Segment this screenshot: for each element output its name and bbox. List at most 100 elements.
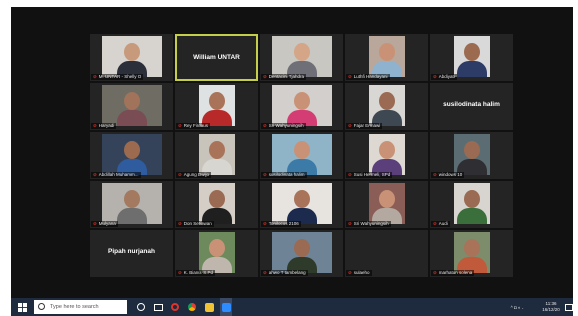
participant-face bbox=[463, 190, 480, 208]
participant-video bbox=[198, 85, 235, 126]
file-explorer-icon[interactable] bbox=[203, 298, 215, 316]
participant-tile[interactable]: ⊘ Susi Hermeli, SPd bbox=[345, 132, 428, 179]
zoom-taskbar-icon[interactable] bbox=[220, 298, 232, 316]
participant-tile[interactable]: ⊘ Audi bbox=[430, 181, 513, 228]
muted-mic-icon: ⊘ bbox=[178, 123, 182, 128]
participant-video bbox=[368, 134, 405, 175]
participant-video bbox=[271, 134, 332, 175]
taskbar-search-input[interactable]: Type here to search bbox=[34, 300, 127, 314]
participant-name: Luthfi Handayani bbox=[353, 74, 388, 79]
participant-name-label: ⊘ Haryadi bbox=[91, 123, 117, 129]
participant-name-label: ⊘ sulaeho bbox=[346, 270, 372, 276]
participant-tile[interactable]: ⊘ Tonilocos 2106 bbox=[260, 181, 343, 228]
participant-face bbox=[378, 141, 395, 159]
muted-mic-icon: ⊘ bbox=[178, 221, 182, 226]
windows-start-button[interactable] bbox=[14, 298, 30, 316]
participant-video bbox=[271, 36, 332, 77]
participant-name: Tonilocos 2106 bbox=[268, 221, 299, 226]
participant-display-name: Pipah nurjanah bbox=[108, 248, 155, 255]
participant-face bbox=[293, 190, 310, 208]
participant-video bbox=[101, 183, 162, 224]
participant-name: Haryadi bbox=[98, 123, 115, 128]
participant-face bbox=[208, 141, 225, 159]
participant-tile[interactable]: ⊘ windows 10 bbox=[430, 132, 513, 179]
participant-video bbox=[198, 183, 235, 224]
participant-video bbox=[271, 232, 332, 273]
opera-icon[interactable] bbox=[169, 298, 181, 316]
windows-taskbar: Type here to search ^ ◘ ◐ 𝅘 11:36 16/12/… bbox=[11, 298, 573, 316]
cortana-icon[interactable] bbox=[135, 298, 147, 316]
participant-video bbox=[453, 134, 490, 175]
participant-tile[interactable]: ⊘ Abdiyati bbox=[430, 34, 513, 81]
participant-name: Abdiyati bbox=[438, 74, 455, 79]
taskbar-clock[interactable]: 11:36 16/12/20 bbox=[538, 298, 564, 316]
participant-video bbox=[453, 183, 490, 224]
participant-name: Don Setiawan bbox=[183, 221, 212, 226]
participant-name: Mulyana bbox=[98, 221, 116, 226]
participant-face bbox=[208, 190, 225, 208]
participant-name: Audi bbox=[438, 221, 448, 226]
participant-tile[interactable]: ⊘ Sri Wahyuningsih bbox=[260, 83, 343, 130]
participant-tile[interactable]: ⊘ Don Setiawan bbox=[175, 181, 258, 228]
windows-logo-icon bbox=[17, 302, 27, 312]
participant-tile[interactable]: William UNTAR bbox=[175, 34, 258, 81]
participant-video bbox=[453, 36, 490, 77]
participant-name: Sri Wahyuningsih bbox=[353, 221, 389, 226]
participant-tile[interactable]: ⊘ Agung Dwijo bbox=[175, 132, 258, 179]
participant-tile[interactable]: ⊘ Abdillah Muhamm... bbox=[90, 132, 173, 179]
participant-tile[interactable]: ⊘ Fajar Ermawi bbox=[345, 83, 428, 130]
participant-tile[interactable]: ⊘ marhatun solena bbox=[430, 230, 513, 277]
participant-name-label: ⊘ Susi Hermeli, SPd bbox=[346, 172, 393, 178]
participant-video bbox=[198, 232, 235, 273]
participant-face bbox=[463, 141, 480, 159]
participant-tile[interactable]: ⊘ sulaeho bbox=[345, 230, 428, 277]
zoom-meeting-window: ⊘ M. UNTAR - Shelly O William UNTAR ⊘ Dentac… bbox=[11, 7, 573, 298]
participant-tile[interactable]: ⊘ M. UNTAR - Shelly O bbox=[90, 34, 173, 81]
participant-name-label: ⊘ Sri Wahyuningsih bbox=[261, 123, 306, 129]
participant-tile[interactable]: susilodinata halim bbox=[430, 83, 513, 130]
system-tray-icons[interactable]: ^ ◘ ◐ 𝅘 bbox=[498, 298, 536, 316]
participant-body bbox=[456, 208, 487, 224]
participant-face bbox=[293, 141, 310, 159]
participant-face bbox=[293, 92, 310, 110]
muted-mic-icon: ⊘ bbox=[178, 270, 182, 275]
participant-video bbox=[101, 134, 162, 175]
participant-name: windows 10 bbox=[438, 172, 463, 177]
participant-tile[interactable]: ⊘ Sri Wahyuningsih bbox=[345, 181, 428, 228]
participant-video bbox=[271, 85, 332, 126]
participant-tile[interactable]: ⊘ Mulyana bbox=[90, 181, 173, 228]
muted-mic-icon: ⊘ bbox=[348, 270, 352, 275]
participant-name-label: ⊘ Audi bbox=[431, 221, 450, 227]
participant-tile[interactable]: ⊘ Dentacini Tjahdra bbox=[260, 34, 343, 81]
participant-name-label: ⊘ Abdillah Muhamm... bbox=[91, 172, 141, 178]
participant-body bbox=[456, 61, 487, 77]
search-placeholder: Type here to search bbox=[50, 304, 99, 310]
muted-mic-icon: ⊘ bbox=[93, 123, 97, 128]
muted-mic-icon: ⊘ bbox=[93, 74, 97, 79]
participant-tile[interactable]: ⊘ Haryadi bbox=[90, 83, 173, 130]
participant-name: Susi Hermeli, SPd bbox=[353, 172, 391, 177]
participant-face bbox=[378, 190, 395, 208]
participant-tile[interactable]: ⊘ Rey Firdaus bbox=[175, 83, 258, 130]
participant-name-label: ⊘ K. Bianu. S.Pd bbox=[176, 270, 216, 276]
participant-name: K. Bianu. S.Pd bbox=[183, 270, 214, 275]
participant-video bbox=[368, 85, 405, 126]
notification-icon[interactable] bbox=[564, 298, 573, 316]
participant-name-label: ⊘ Dentacini Tjahdra bbox=[261, 74, 306, 80]
participant-name-label: ⊘ susilodinata halim bbox=[261, 172, 307, 178]
participant-tile[interactable]: ⊘ Luthfi Handayani bbox=[345, 34, 428, 81]
chrome-icon[interactable] bbox=[186, 298, 198, 316]
task-view-icon[interactable] bbox=[152, 298, 164, 316]
muted-mic-icon: ⊘ bbox=[263, 221, 267, 226]
participant-tile[interactable]: Pipah nurjanah bbox=[90, 230, 173, 277]
muted-mic-icon: ⊘ bbox=[433, 74, 437, 79]
participant-face bbox=[123, 141, 140, 159]
participant-tile[interactable]: ⊘ ahwo T tambelang bbox=[260, 230, 343, 277]
participant-face bbox=[293, 43, 310, 61]
gallery-view: ⊘ M. UNTAR - Shelly O William UNTAR ⊘ Dentac… bbox=[90, 34, 515, 282]
muted-mic-icon: ⊘ bbox=[93, 221, 97, 226]
participant-tile[interactable]: ⊘ K. Bianu. S.Pd bbox=[175, 230, 258, 277]
participant-tile[interactable]: ⊘ susilodinata halim bbox=[260, 132, 343, 179]
muted-mic-icon: ⊘ bbox=[348, 123, 352, 128]
participant-name-label: ⊘ windows 10 bbox=[431, 172, 465, 178]
